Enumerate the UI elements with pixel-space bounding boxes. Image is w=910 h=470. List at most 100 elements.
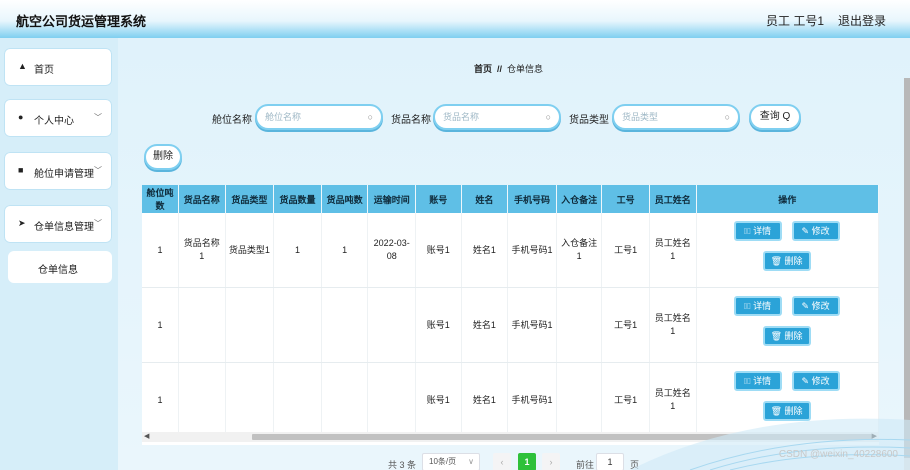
home-icon: ▲ <box>18 61 27 71</box>
delete-button[interactable]: 🗑 删除 <box>762 401 811 421</box>
col-header[interactable]: 账号 <box>415 185 462 213</box>
ops-cell: 🗉 详情 ✎ 修改 🗑 删除 <box>696 287 879 363</box>
col-header[interactable]: 入仓备注 <box>556 185 603 213</box>
scroll-left-icon[interactable]: ◀ <box>144 432 149 440</box>
col-header: 操作 <box>696 185 879 213</box>
submenu-warehouse-info[interactable]: 仓单信息 <box>8 251 112 283</box>
table-cell <box>367 362 416 438</box>
table-cell: 1 <box>142 213 179 288</box>
col-header[interactable]: 姓名 <box>461 185 509 213</box>
scroll-right-icon[interactable]: ▶ <box>872 432 877 440</box>
table-cell: 工号1 <box>601 213 650 288</box>
edit-button[interactable]: ✎ 修改 <box>791 371 840 391</box>
goods-type-label: 货品类型 <box>569 115 609 126</box>
col-header[interactable]: 货品名称 <box>178 185 226 213</box>
goods-type-field[interactable]: ○ <box>612 104 740 130</box>
sidebar-item-cabin-apply[interactable]: ■ 舱位申请管理 ﹀ <box>4 152 112 190</box>
delete-button[interactable]: 🗑 删除 <box>762 326 811 346</box>
horizontal-scrollbar[interactable]: ◀ ▶ <box>142 432 879 442</box>
page-size-value: 10条/页 <box>429 457 457 466</box>
table-cell: 姓名1 <box>461 287 509 363</box>
logout-link[interactable]: 退出登录 <box>838 12 886 29</box>
table-cell <box>321 362 369 438</box>
submenu-label: 仓单信息 <box>38 265 78 276</box>
edit-button[interactable]: ✎ 修改 <box>791 296 840 316</box>
next-page-button[interactable]: › <box>542 453 560 470</box>
col-header[interactable]: 舱位吨数 <box>142 185 179 213</box>
table-cell: 货品类型1 <box>225 213 275 288</box>
goods-type-input[interactable] <box>622 112 712 122</box>
sidebar-item-personal-center[interactable]: ● 个人中心 ﹀ <box>4 99 112 137</box>
table-row: 1 账号1 姓名1 手机号码1 工号1 员工姓名1 🗉 详情 ✎ 修改 🗑 删除 <box>142 362 879 438</box>
cabin-name-field[interactable]: ○ <box>255 104 383 130</box>
table-cell: 姓名1 <box>461 362 509 438</box>
detail-button[interactable]: 🗉 详情 <box>733 221 782 241</box>
chevron-down-icon: ∨ <box>468 457 474 466</box>
user-icon: ● <box>18 112 24 122</box>
page-size-select[interactable]: 10条/页 ∨ <box>422 453 480 470</box>
vertical-scrollbar[interactable] <box>904 78 910 470</box>
sidebar-item-home[interactable]: ▲ 首页 <box>4 48 112 86</box>
detail-button[interactable]: 🗉 详情 <box>733 371 782 391</box>
table-cell: 工号1 <box>601 362 650 438</box>
table-cell: 工号1 <box>601 287 650 363</box>
table-cell <box>273 362 322 438</box>
table-cell: 1 <box>142 362 179 438</box>
breadcrumb-separator: // <box>497 64 503 74</box>
top-header: 航空公司货运管理系统 员工 工号1 退出登录 <box>0 0 910 38</box>
sidebar-item-warehouse-manage[interactable]: ➤ 仓单信息管理 ﹀ <box>4 205 112 243</box>
page-number-active[interactable]: 1 <box>518 453 536 470</box>
search-bar: 舱位名称 ○ 货品名称 ○ 货品类型 ○ 查询 Q <box>118 104 910 130</box>
table-cell: 入仓备注1 <box>556 213 603 288</box>
detail-button[interactable]: 🗉 详情 <box>733 296 782 316</box>
table-cell: 姓名1 <box>461 213 509 288</box>
table-cell <box>225 287 275 363</box>
table-cell <box>273 287 322 363</box>
table-cell <box>367 287 416 363</box>
batch-delete-button[interactable]: 删除 <box>144 144 182 170</box>
col-header[interactable]: 手机号码 <box>507 185 557 213</box>
table-cell <box>556 362 603 438</box>
scrollbar-thumb[interactable] <box>904 78 910 458</box>
table-cell: 员工姓名1 <box>649 362 697 438</box>
cabin-name-input[interactable] <box>265 112 355 122</box>
goto-label: 前往 <box>576 460 595 470</box>
col-header[interactable]: 货品数量 <box>273 185 322 213</box>
col-header[interactable]: 员工姓名 <box>649 185 697 213</box>
table-cell: 手机号码1 <box>507 213 557 288</box>
col-header[interactable]: 工号 <box>601 185 650 213</box>
table-cell: 货品名称1 <box>178 213 226 288</box>
document-icon: ■ <box>18 165 24 175</box>
goods-name-field[interactable]: ○ <box>433 104 561 130</box>
send-icon: ➤ <box>18 218 26 228</box>
goods-name-input[interactable] <box>443 112 533 122</box>
search-icon: ○ <box>545 112 551 122</box>
table-row: 1 货品名称1 货品类型1 1 1 2022-03-08 账号1 姓名1 手机号… <box>142 213 879 288</box>
breadcrumb: 首页 // 仓单信息 <box>474 62 543 75</box>
goods-name-label: 货品名称 <box>391 115 431 126</box>
table-cell: 1 <box>321 213 369 288</box>
col-header[interactable]: 货品吨数 <box>321 185 369 213</box>
goto-page-input[interactable]: 1 <box>596 453 624 470</box>
table-cell: 员工姓名1 <box>649 287 697 363</box>
query-button[interactable]: 查询 Q <box>749 104 801 130</box>
col-header[interactable]: 运输时间 <box>367 185 416 213</box>
chevron-down-icon: ﹀ <box>94 166 102 175</box>
table-cell: 账号1 <box>415 362 462 438</box>
col-header[interactable]: 货品类型 <box>225 185 275 213</box>
total-count: 共 3 条 <box>388 460 417 470</box>
ops-cell: 🗉 详情 ✎ 修改 🗑 删除 <box>696 362 879 438</box>
cabin-name-label: 舱位名称 <box>212 115 252 126</box>
table-cell: 1 <box>142 287 179 363</box>
table-cell <box>556 287 603 363</box>
warehouse-table: 舱位吨数 货品名称 货品类型 货品数量 货品吨数 运输时间 账号 姓名 手机号码… <box>142 185 879 445</box>
app-title: 航空公司货运管理系统 <box>16 14 147 29</box>
prev-page-button[interactable]: ‹ <box>493 453 511 470</box>
table-cell <box>321 287 369 363</box>
sidebar-item-label: 个人中心 <box>34 116 74 127</box>
table-header-row: 舱位吨数 货品名称 货品类型 货品数量 货品吨数 运输时间 账号 姓名 手机号码… <box>142 185 879 213</box>
breadcrumb-home[interactable]: 首页 <box>474 64 492 74</box>
delete-button[interactable]: 🗑 删除 <box>762 251 811 271</box>
edit-button[interactable]: ✎ 修改 <box>791 221 840 241</box>
scrollbar-thumb[interactable] <box>252 434 872 440</box>
